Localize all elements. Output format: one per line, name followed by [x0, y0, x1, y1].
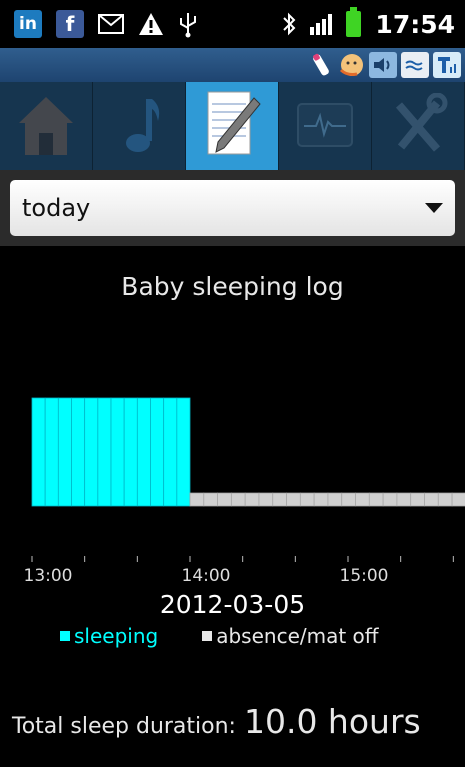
- sleep-chart: 13:00 14:00 15:00: [24, 397, 465, 586]
- legend-label-sleeping: sleeping: [74, 624, 159, 648]
- sleeping-bar-segment: [176, 397, 191, 507]
- temperature-icon: [401, 52, 429, 78]
- absence-bar-segment: [230, 492, 246, 507]
- tab-bar: [0, 82, 465, 170]
- sound-icon: [369, 52, 397, 78]
- baby-bottle-icon: [313, 53, 329, 76]
- tools-icon: [395, 93, 448, 152]
- period-select[interactable]: today: [10, 180, 455, 236]
- absence-bar-segment: [341, 492, 356, 507]
- sleeping-bar-segment: [110, 397, 125, 507]
- absence-bar-segment: [437, 492, 453, 507]
- sleeping-bar-segment: [31, 397, 46, 507]
- sleeping-bar-segment: [163, 397, 178, 507]
- absence-bar-segment: [189, 492, 205, 507]
- absence-bar-segment: [244, 492, 260, 507]
- x-tick-label: 14:00: [182, 566, 231, 586]
- dropdown-arrow-icon: [425, 203, 443, 213]
- absence-bar-segment: [258, 492, 274, 507]
- sleeping-bar-segment: [150, 397, 165, 507]
- total-sleep-value: 10.0 hours: [243, 702, 421, 741]
- sleeping-bar-segment: [71, 397, 86, 507]
- sleeping-bar-segment: [97, 397, 112, 507]
- transmitter-icon: [433, 52, 461, 78]
- mail-icon: [98, 14, 124, 34]
- absence-bar-segment: [313, 492, 329, 507]
- usb-icon: [180, 13, 196, 38]
- tab-log[interactable]: [186, 82, 279, 170]
- absence-bar-segment: [451, 492, 465, 507]
- absence-bar-segment: [327, 492, 343, 507]
- battery-charging-icon: [346, 7, 362, 37]
- tab-home[interactable]: [0, 82, 93, 170]
- legend-swatch-absence: [202, 631, 213, 641]
- absence-bar-segment: [424, 492, 439, 507]
- period-select-value: today: [22, 194, 91, 222]
- music-note-icon: [126, 99, 160, 152]
- total-sleep-label: Total sleep duration:: [12, 714, 236, 739]
- chart-title: Baby sleeping log: [121, 272, 344, 301]
- tab-monitor[interactable]: [279, 82, 372, 170]
- sleeping-bar-segment: [84, 397, 99, 507]
- signal-icon: [310, 13, 333, 35]
- baby-face-icon: [339, 54, 363, 76]
- total-sleep-duration: Total sleep duration: 10.0 hours: [12, 702, 421, 741]
- absence-bar-segment: [272, 492, 287, 507]
- x-tick-label: 13:00: [24, 566, 73, 586]
- absence-bar-segment: [355, 492, 370, 507]
- absence-bar-segment: [203, 492, 218, 507]
- sleeping-bar-segment: [57, 397, 72, 507]
- absence-bar-segment: [217, 492, 232, 507]
- chart-legend: sleeping absence/mat off: [60, 624, 379, 648]
- heart-monitor-icon: [297, 103, 353, 147]
- legend-label-absence: absence/mat off: [216, 624, 379, 648]
- period-select-panel: today: [0, 170, 465, 246]
- linkedin-icon: in: [14, 10, 42, 38]
- sleeping-bar-segment: [44, 397, 59, 507]
- tab-settings[interactable]: [372, 82, 465, 170]
- notepad-pen-icon: [207, 91, 261, 155]
- status-bar: in f 17:54: [0, 0, 465, 48]
- house-icon: [19, 97, 73, 155]
- x-tick-label: 15:00: [340, 566, 389, 586]
- bluetooth-icon: [283, 12, 296, 36]
- absence-bar-segment: [382, 492, 398, 507]
- absence-bar-segment: [299, 492, 315, 507]
- sleeping-bar-segment: [123, 397, 138, 507]
- chart-date: 2012-03-05: [159, 590, 306, 619]
- clock: 17:54: [375, 9, 455, 39]
- absence-bar-segment: [396, 492, 412, 507]
- absence-bar-segment: [410, 492, 425, 507]
- tab-music[interactable]: [93, 82, 186, 170]
- legend-swatch-sleeping: [60, 631, 70, 641]
- absence-bar-segment: [286, 492, 301, 507]
- sleeping-bar-segment: [136, 397, 151, 507]
- notification-strip: [0, 48, 465, 82]
- warning-icon: [139, 13, 163, 35]
- absence-bar-segment: [368, 492, 384, 507]
- facebook-icon: f: [56, 10, 84, 38]
